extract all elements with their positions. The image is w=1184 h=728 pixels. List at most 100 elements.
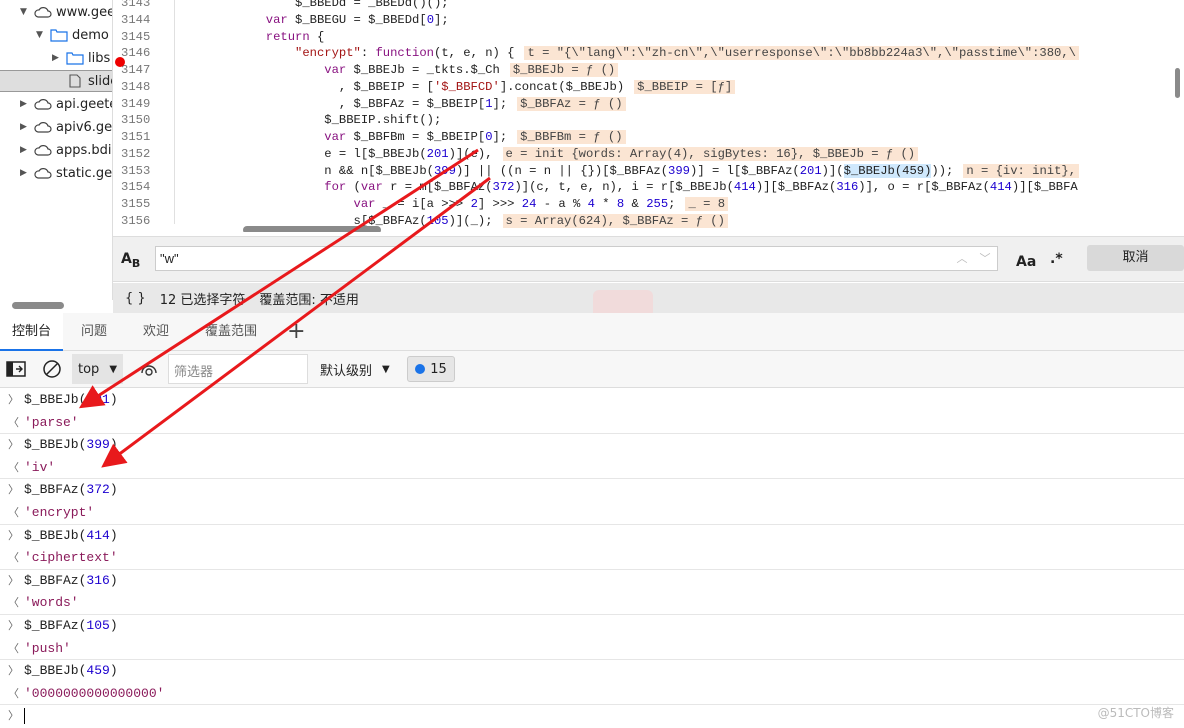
- tree-item-label: apiv6.geetest.com: [56, 119, 113, 135]
- console-result: 'parse': [24, 414, 79, 430]
- console-input: $_BBEJb(: [24, 437, 87, 453]
- console-result: 'words': [24, 595, 79, 611]
- line-number[interactable]: 3154: [121, 179, 150, 196]
- console-prompt[interactable]: 〉: [0, 705, 1184, 728]
- console-input-arg: 372: [86, 482, 110, 498]
- match-case-button[interactable]: Aa: [1016, 254, 1036, 270]
- tree-item[interactable]: ▶ apiv6.geetest.com: [20, 116, 113, 138]
- console-input-row[interactable]: 〉 $_BBEJb(414): [0, 525, 1184, 548]
- tree-horizontal-scrollbar[interactable]: [0, 300, 113, 312]
- line-number[interactable]: 3153: [121, 163, 150, 180]
- code-line[interactable]: n && n[$_BBEJb(399)] || ((n = n || {})[$…: [178, 163, 1080, 180]
- line-number[interactable]: 3144: [121, 12, 150, 29]
- code-line[interactable]: "encrypt": function(t, e, n) {t = "{\"la…: [178, 45, 1079, 62]
- console-input: $_BBEJb(: [24, 527, 87, 543]
- console-input-row[interactable]: 〉 $_BBFAz(372): [0, 479, 1184, 502]
- line-number[interactable]: 3146: [121, 45, 150, 62]
- search-input[interactable]: "w": [155, 246, 998, 271]
- tab-issues[interactable]: 问题: [63, 313, 125, 351]
- code-line[interactable]: var $_BBEGU = $_BBEDd[0];: [178, 12, 449, 29]
- code-token: for: [178, 180, 354, 195]
- search-bar: AB "w" ︿ ﹀ Aa .* 取消: [113, 236, 1184, 282]
- sidebar-toggle-icon[interactable]: [6, 356, 26, 382]
- code-vertical-scrollbar[interactable]: [1175, 68, 1180, 98]
- code-line[interactable]: , $_BBEIP = ['$_BBFCD'].concat($_BBEJb) $…: [178, 79, 736, 96]
- line-number[interactable]: 3145: [121, 29, 150, 46]
- tree-item[interactable]: ▼ demo: [36, 24, 109, 46]
- code-line[interactable]: $_BBEIP.shift();: [178, 112, 441, 129]
- console-result-row[interactable]: 〈 'push': [0, 638, 1184, 661]
- code-token: 372: [492, 180, 515, 195]
- console-result-row[interactable]: 〈 'encrypt': [0, 502, 1184, 525]
- line-number[interactable]: 3143: [121, 0, 150, 12]
- console-input-row[interactable]: 〉 $_BBEJb(201): [0, 389, 1184, 412]
- console-input-row[interactable]: 〉 $_BBFAz(316): [0, 570, 1184, 593]
- tree-item[interactable]: slide: [0, 70, 112, 92]
- live-expression-eye-icon[interactable]: [140, 356, 158, 382]
- chevron-down-icon[interactable]: ▼: [36, 30, 50, 40]
- breakpoint-marker[interactable]: [115, 57, 125, 67]
- tab-coverage[interactable]: 覆盖范围: [187, 313, 275, 351]
- code-line[interactable]: var _ = i[a >>> 2] >>> 24 - a % 4 * 8 & …: [178, 196, 729, 213]
- line-number[interactable]: 3155: [121, 196, 150, 213]
- chevron-right-icon[interactable]: ▶: [20, 145, 34, 155]
- filter-input[interactable]: 筛选器: [168, 354, 308, 384]
- clear-console-icon[interactable]: [42, 356, 62, 382]
- console-output[interactable]: 〉 $_BBEJb(201) 〈'parse' 〉 $_BBEJb(399) 〈'iv' 〉…: [0, 389, 1184, 728]
- line-number[interactable]: 3150: [121, 112, 150, 129]
- tree-item[interactable]: ▶ static.geetest.com: [20, 162, 112, 184]
- line-gutter[interactable]: 3143 3144 3145 3146 3147 3148 3149 3150 3151 3152…: [113, 0, 175, 228]
- inline-value: e = init {words: Array(4), sigBytes: 16}…: [502, 146, 919, 161]
- pretty-print-button[interactable]: { }: [125, 291, 146, 306]
- console-input-row[interactable]: 〉 $_BBEJb(459): [0, 660, 1184, 683]
- code-token: 414: [989, 180, 1012, 195]
- chevron-left-icon: 〈: [8, 596, 19, 610]
- console-result-row[interactable]: 〈 'ciphertext': [0, 547, 1184, 570]
- console-result-row[interactable]: 〈 'words': [0, 592, 1184, 615]
- chevron-right-icon[interactable]: ▶: [20, 99, 34, 109]
- console-result-row[interactable]: 〈 'iv': [0, 457, 1184, 480]
- code-line[interactable]: var $_BBFBm = $_BBEIP[0]; $_BBFBm = ƒ (): [178, 129, 626, 146]
- code-editor[interactable]: 3143 3144 3145 3146 3147 3148 3149 3150 3151 3152…: [113, 0, 1184, 232]
- console-result-row[interactable]: 〈 'parse': [0, 412, 1184, 435]
- tree-item[interactable]: ▶ api.geetest.com: [20, 93, 112, 115]
- context-select[interactable]: top ▼: [72, 354, 124, 384]
- chevron-down-icon[interactable]: ▼: [20, 7, 34, 17]
- code-token: :: [360, 46, 376, 61]
- code-line[interactable]: for (var r = m[$_BBFAz(372)](c, t, e, n)…: [178, 179, 1077, 196]
- line-number[interactable]: 3156: [121, 213, 150, 230]
- code-line[interactable]: , $_BBFAz = $_BBEIP[1]; $_BBFAz = ƒ (): [178, 96, 626, 113]
- cancel-button[interactable]: 取消: [1087, 245, 1184, 271]
- console-input-row[interactable]: 〉 $_BBFAz(105): [0, 615, 1184, 638]
- console-input-row[interactable]: 〉 $_BBEJb(399): [0, 434, 1184, 457]
- line-number[interactable]: 3152: [121, 146, 150, 163]
- console-result-row[interactable]: 〈 '0000000000000000': [0, 683, 1184, 706]
- chevron-right-icon: 〉: [8, 393, 19, 406]
- message-count-badge[interactable]: 15: [407, 356, 455, 382]
- add-tab-button[interactable]: +: [275, 313, 317, 351]
- tree-item-label: slide: [88, 73, 112, 89]
- line-number[interactable]: 3149: [121, 96, 150, 113]
- code-horizontal-scrollbar[interactable]: [243, 226, 381, 232]
- chevron-right-icon[interactable]: ▶: [20, 168, 34, 178]
- next-match-button[interactable]: ﹀: [974, 247, 996, 270]
- tree-item[interactable]: ▶ libs: [52, 47, 110, 69]
- tree-item[interactable]: ▶ apps.bdimg.com: [20, 139, 112, 161]
- code-line[interactable]: $_BBEDd = _BBEDd()();: [178, 0, 449, 12]
- tab-console[interactable]: 控制台: [0, 312, 64, 351]
- replace-toggle-icon[interactable]: AB: [121, 251, 140, 270]
- line-number[interactable]: 3151: [121, 129, 150, 146]
- log-level-select[interactable]: 默认级别 ▼: [320, 356, 390, 382]
- chevron-right-icon[interactable]: ▶: [20, 122, 34, 132]
- code-line[interactable]: var $_BBEJb = _tkts.$_Ch $_BBEJb = ƒ (): [178, 62, 619, 79]
- previous-match-button[interactable]: ︿: [951, 247, 973, 270]
- code-line[interactable]: return {: [178, 29, 325, 46]
- tree-item[interactable]: ▼ www.geetest.com: [20, 1, 112, 23]
- chevron-right-icon[interactable]: ▶: [52, 53, 66, 63]
- file-tree: ▼ www.geetest.com ▼ demo ▶ libs slide ▶ api.geet…: [0, 0, 113, 312]
- line-number[interactable]: 3148: [121, 79, 150, 96]
- tab-welcome[interactable]: 欢迎: [125, 313, 187, 351]
- code-line[interactable]: e = l[$_BBEJb(201)](e), e = init {words: …: [178, 146, 919, 163]
- line-number[interactable]: 3147: [121, 62, 150, 79]
- regex-button[interactable]: .*: [1050, 251, 1063, 267]
